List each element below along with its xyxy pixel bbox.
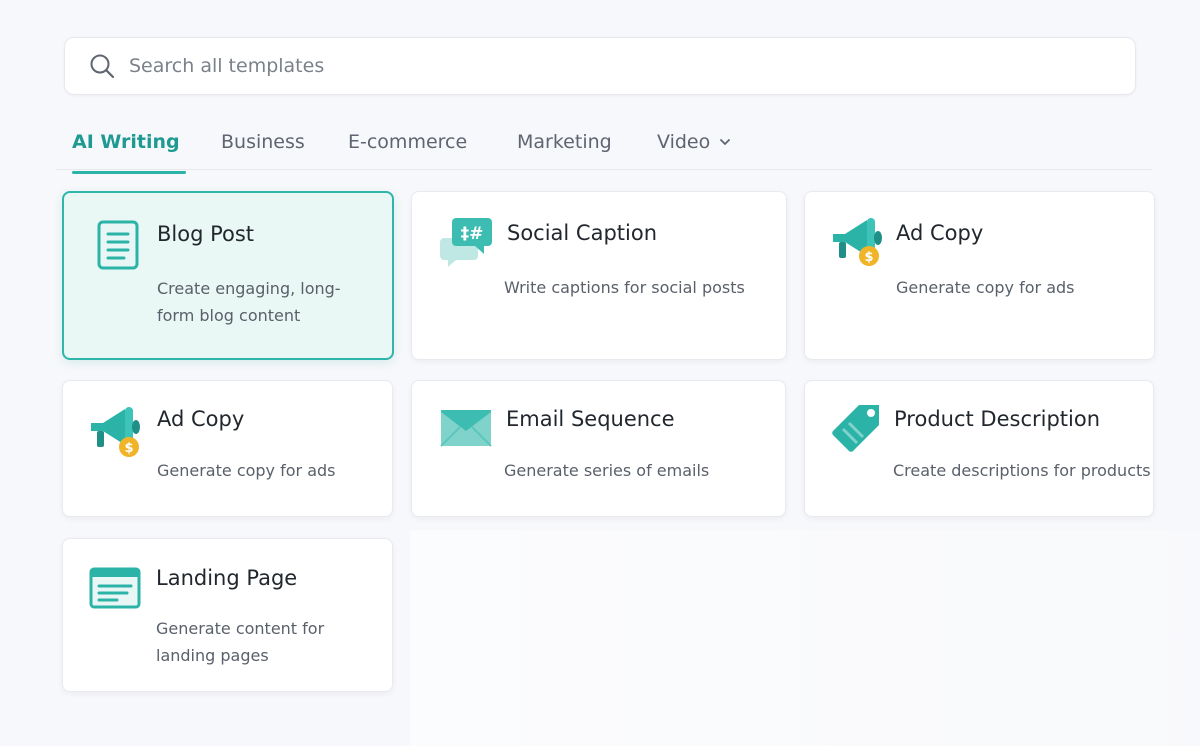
card-description: Write captions for social posts	[504, 278, 745, 297]
card-title: Ad Copy	[157, 407, 245, 431]
hashtag-chat-icon: ‡#	[440, 218, 492, 267]
svg-text:$: $	[124, 441, 133, 456]
template-card-social-caption[interactable]: ‡# Social Caption Write captions for soc…	[411, 191, 787, 360]
template-card-ad-copy[interactable]: $ Ad Copy Generate copy for ads	[804, 191, 1155, 360]
document-icon	[97, 220, 139, 270]
search-icon	[90, 54, 115, 79]
card-title: Ad Copy	[896, 221, 984, 245]
template-card-email-sequence[interactable]: Email Sequence Generate series of emails	[411, 380, 786, 517]
chevron-down-icon	[720, 139, 731, 145]
card-title: Blog Post	[157, 222, 255, 246]
tab-marketing[interactable]: Marketing	[517, 122, 612, 162]
card-description: Generate copy for ads	[896, 278, 1075, 297]
card-description: Create descriptions for products	[893, 461, 1151, 480]
card-title: Social Caption	[507, 221, 658, 245]
template-card-product-description[interactable]: Product Description Create descriptions …	[804, 380, 1154, 517]
price-tag-icon	[832, 405, 879, 452]
card-title: Product Description	[894, 407, 1101, 431]
svg-text:$: $	[864, 250, 873, 265]
envelope-icon	[440, 410, 492, 447]
card-title: Landing Page	[156, 566, 298, 590]
card-description: Generate copy for ads	[157, 461, 336, 480]
empty-grid-area	[410, 530, 1200, 746]
template-card-blog-post[interactable]: Blog Post Create engaging, long-form blo…	[62, 191, 394, 360]
search-input[interactable]	[129, 55, 1029, 77]
svg-text:‡#: ‡#	[461, 224, 484, 244]
tab-ai-writing[interactable]: AI Writing	[72, 122, 186, 174]
template-card-landing-page[interactable]: Landing Page Generate content for landin…	[62, 538, 393, 692]
card-description: Generate series of emails	[504, 461, 710, 480]
search-bar[interactable]	[64, 37, 1136, 95]
category-tabs: AI Writing Business E-commerce Marketing…	[56, 110, 1152, 174]
megaphone-icon: $	[91, 407, 140, 457]
card-description: Generate content for landing pages	[156, 619, 325, 665]
webpage-icon	[89, 567, 141, 609]
tab-business[interactable]: Business	[221, 122, 305, 162]
active-tab-indicator	[72, 171, 186, 174]
tab-video[interactable]: Video	[657, 122, 732, 162]
tab-e-commerce[interactable]: E-commerce	[348, 122, 467, 162]
template-card-ad-copy-2[interactable]: $ Ad Copy Generate copy for ads	[62, 380, 393, 517]
card-title: Email Sequence	[506, 407, 675, 431]
megaphone-icon: $	[833, 218, 882, 266]
card-description: Create engaging, long-form blog content	[157, 279, 341, 325]
